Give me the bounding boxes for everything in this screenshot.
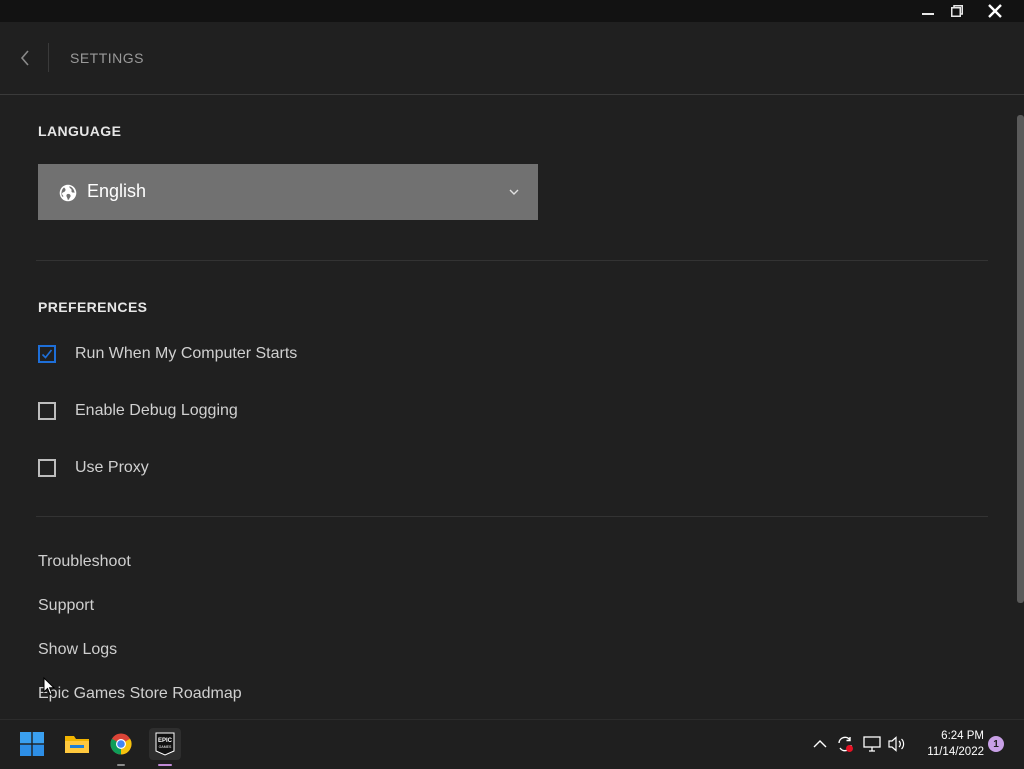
store-roadmap-link[interactable]: Epic Games Store Roadmap [38, 685, 242, 703]
globe-icon [59, 184, 77, 202]
vertical-scrollbar[interactable] [1016, 115, 1024, 718]
minimize-icon [922, 13, 934, 15]
windows-start-icon [20, 732, 44, 756]
restore-icon [951, 5, 963, 17]
mouse-cursor-icon [43, 677, 55, 696]
chrome-button[interactable] [105, 728, 137, 766]
sync-status-button[interactable] [836, 735, 854, 753]
use-proxy-checkbox[interactable] [38, 459, 56, 477]
close-icon [988, 4, 1002, 18]
epic-games-icon: EPIC GAMES [155, 732, 175, 756]
language-dropdown[interactable]: English [38, 164, 538, 220]
settings-content: LANGUAGE English PREFERENCES Run When My… [0, 95, 1015, 718]
section-divider [36, 260, 988, 261]
chevron-up-icon [813, 740, 827, 748]
debug-logging-label: Enable Debug Logging [75, 402, 238, 419]
restore-button[interactable] [942, 0, 972, 22]
network-status-button[interactable] [863, 735, 881, 753]
page-title: SETTINGS [70, 50, 145, 66]
volume-button[interactable] [888, 735, 906, 753]
show-logs-link[interactable]: Show Logs [38, 641, 117, 659]
epic-logo-text-bottom: GAMES [159, 745, 172, 749]
debug-logging-checkbox-row[interactable]: Enable Debug Logging [38, 400, 238, 422]
settings-header: SETTINGS [0, 22, 1024, 95]
network-icon [863, 736, 881, 752]
run-on-startup-label: Run When My Computer Starts [75, 345, 298, 362]
preferences-section-title: PREFERENCES [38, 299, 148, 315]
support-link[interactable]: Support [38, 597, 94, 615]
taskbar-clock[interactable]: 6:24 PM 11/14/2022 [912, 728, 984, 760]
file-explorer-icon [65, 736, 89, 753]
clock-time: 6:24 PM [941, 730, 984, 742]
notification-badge[interactable]: 1 [988, 736, 1004, 752]
chevron-left-icon [20, 50, 29, 66]
window-titlebar [0, 0, 1024, 22]
run-on-startup-checkbox-row[interactable]: Run When My Computer Starts [38, 343, 297, 365]
sync-icon [838, 736, 853, 752]
minimize-button[interactable] [913, 0, 943, 22]
use-proxy-label: Use Proxy [75, 459, 149, 476]
chevron-down-icon [509, 189, 519, 195]
active-indicator [158, 764, 172, 766]
epic-logo-text-top: EPIC [158, 738, 173, 744]
start-button[interactable] [16, 728, 48, 760]
debug-logging-checkbox[interactable] [38, 402, 56, 420]
close-button[interactable] [980, 0, 1010, 22]
volume-icon [888, 736, 905, 752]
clock-date: 11/14/2022 [927, 746, 984, 758]
windows-taskbar: EPIC GAMES 6:24 PM 11/14/2022 1 [0, 719, 1024, 769]
show-hidden-icons-button[interactable] [811, 735, 829, 753]
file-explorer-button[interactable] [61, 728, 93, 760]
section-divider [36, 516, 988, 517]
scrollbar-thumb[interactable] [1017, 115, 1024, 603]
language-section-title: LANGUAGE [38, 123, 122, 139]
troubleshoot-link[interactable]: Troubleshoot [38, 553, 131, 571]
run-on-startup-checkbox[interactable] [38, 345, 56, 363]
chrome-icon [110, 733, 132, 755]
epic-games-button[interactable]: EPIC GAMES [149, 728, 181, 766]
header-divider [48, 43, 49, 72]
use-proxy-checkbox-row[interactable]: Use Proxy [38, 457, 149, 479]
running-indicator [117, 764, 125, 766]
back-button[interactable] [14, 46, 36, 70]
checkmark-icon [41, 349, 53, 359]
language-selected-value: English [87, 181, 147, 201]
